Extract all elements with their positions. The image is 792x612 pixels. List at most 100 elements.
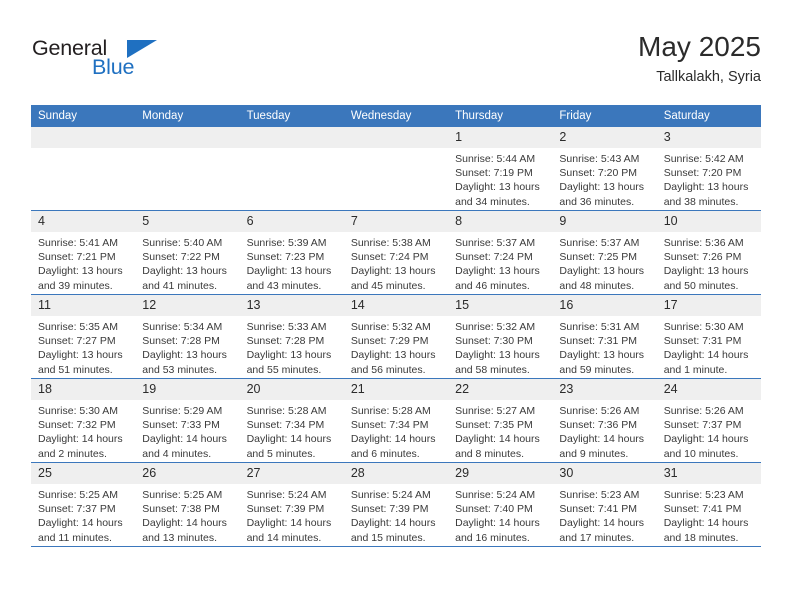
day-cell[interactable]: 6 Sunrise: 5:39 AM Sunset: 7:23 PM Dayli… (239, 210, 344, 295)
sunrise-text: Sunrise: 5:30 AM (663, 321, 744, 333)
calendar-week-row: 25 Sunrise: 5:25 AM Sunset: 7:37 PM Dayl… (31, 462, 761, 547)
calendar-table: Sunday Monday Tuesday Wednesday Thursday… (31, 105, 761, 547)
day-number: 21 (343, 379, 449, 400)
day-number: 31 (656, 463, 761, 484)
day-info: Sunrise: 5:35 AM Sunset: 7:27 PM Dayligh… (31, 316, 135, 377)
day-cell[interactable]: 9 Sunrise: 5:37 AM Sunset: 7:25 PM Dayli… (552, 210, 657, 295)
sunset-text: Sunset: 7:40 PM (455, 503, 533, 516)
day-cell[interactable]: 2 Sunrise: 5:43 AM Sunset: 7:20 PM Dayli… (552, 127, 657, 211)
daylight-text: Daylight: 13 hours and 34 minutes. (455, 181, 540, 208)
day-cell[interactable]: 20 Sunrise: 5:28 AM Sunset: 7:34 PM Dayl… (239, 378, 344, 463)
day-cell[interactable]: 26 Sunrise: 5:25 AM Sunset: 7:38 PM Dayl… (135, 462, 240, 547)
day-cell[interactable]: 23 Sunrise: 5:26 AM Sunset: 7:36 PM Dayl… (552, 378, 657, 463)
daylight-text: Daylight: 14 hours and 16 minutes. (455, 517, 540, 544)
sunrise-text: Sunrise: 5:28 AM (246, 405, 327, 417)
day-cell[interactable] (31, 127, 136, 211)
day-cell[interactable] (135, 127, 240, 211)
day-cell[interactable]: 1 Sunrise: 5:44 AM Sunset: 7:19 PM Dayli… (448, 127, 553, 211)
day-number: 22 (448, 379, 553, 400)
day-info: Sunrise: 5:39 AM Sunset: 7:23 PM Dayligh… (240, 232, 344, 293)
day-cell[interactable]: 24 Sunrise: 5:26 AM Sunset: 7:37 PM Dayl… (656, 378, 761, 463)
day-info: Sunrise: 5:33 AM Sunset: 7:28 PM Dayligh… (240, 316, 344, 377)
weekday-header-tuesday: Tuesday (239, 105, 344, 127)
daylight-text: Daylight: 13 hours and 50 minutes. (663, 265, 749, 292)
day-number (31, 127, 136, 148)
day-info: Sunrise: 5:24 AM Sunset: 7:40 PM Dayligh… (448, 484, 552, 545)
day-info: Sunrise: 5:30 AM Sunset: 7:32 PM Dayligh… (31, 400, 135, 461)
day-number: 10 (656, 211, 761, 232)
daylight-text: Daylight: 13 hours and 38 minutes. (663, 181, 749, 208)
sunset-text: Sunset: 7:41 PM (559, 503, 638, 516)
day-cell[interactable]: 12 Sunrise: 5:34 AM Sunset: 7:28 PM Dayl… (135, 294, 240, 379)
daylight-text: Daylight: 14 hours and 6 minutes. (350, 433, 436, 460)
sunrise-text: Sunrise: 5:24 AM (455, 489, 536, 501)
daylight-text: Daylight: 14 hours and 5 minutes. (246, 433, 332, 460)
sunrise-text: Sunrise: 5:28 AM (350, 405, 431, 417)
sunset-text: Sunset: 7:39 PM (246, 503, 325, 516)
day-cell[interactable]: 19 Sunrise: 5:29 AM Sunset: 7:33 PM Dayl… (135, 378, 240, 463)
day-cell[interactable]: 31 Sunrise: 5:23 AM Sunset: 7:41 PM Dayl… (656, 462, 761, 547)
sunrise-text: Sunrise: 5:26 AM (663, 405, 744, 417)
day-cell[interactable]: 3 Sunrise: 5:42 AM Sunset: 7:20 PM Dayli… (656, 127, 761, 211)
sunset-text: Sunset: 7:38 PM (142, 503, 220, 516)
sunrise-text: Sunrise: 5:41 AM (38, 237, 118, 249)
daylight-text: Daylight: 13 hours and 53 minutes. (142, 349, 227, 376)
calendar-week-row: 11 Sunrise: 5:35 AM Sunset: 7:27 PM Dayl… (31, 294, 761, 379)
day-info: Sunrise: 5:24 AM Sunset: 7:39 PM Dayligh… (344, 484, 448, 545)
sunset-text: Sunset: 7:19 PM (455, 167, 533, 180)
day-cell[interactable]: 11 Sunrise: 5:35 AM Sunset: 7:27 PM Dayl… (31, 294, 136, 379)
day-number: 24 (656, 379, 761, 400)
day-cell[interactable]: 17 Sunrise: 5:30 AM Sunset: 7:31 PM Dayl… (656, 294, 761, 379)
day-number: 28 (343, 463, 449, 484)
calendar-week-row: 4 Sunrise: 5:41 AM Sunset: 7:21 PM Dayli… (31, 210, 761, 295)
sunset-text: Sunset: 7:31 PM (663, 335, 742, 348)
day-cell[interactable]: 4 Sunrise: 5:41 AM Sunset: 7:21 PM Dayli… (31, 210, 136, 295)
day-number: 23 (552, 379, 657, 400)
sunset-text: Sunset: 7:28 PM (246, 335, 325, 348)
daylight-text: Daylight: 14 hours and 11 minutes. (38, 517, 123, 544)
daylight-text: Daylight: 13 hours and 39 minutes. (38, 265, 123, 292)
day-cell[interactable]: 8 Sunrise: 5:37 AM Sunset: 7:24 PM Dayli… (448, 210, 553, 295)
weekday-header-monday: Monday (135, 105, 240, 127)
day-cell[interactable]: 10 Sunrise: 5:36 AM Sunset: 7:26 PM Dayl… (656, 210, 761, 295)
day-cell[interactable]: 30 Sunrise: 5:23 AM Sunset: 7:41 PM Dayl… (552, 462, 657, 547)
day-cell[interactable]: 25 Sunrise: 5:25 AM Sunset: 7:37 PM Dayl… (31, 462, 136, 547)
day-info: Sunrise: 5:32 AM Sunset: 7:29 PM Dayligh… (344, 316, 448, 377)
day-cell[interactable]: 14 Sunrise: 5:32 AM Sunset: 7:29 PM Dayl… (343, 294, 449, 379)
day-number: 18 (31, 379, 136, 400)
day-cell[interactable]: 18 Sunrise: 5:30 AM Sunset: 7:32 PM Dayl… (31, 378, 136, 463)
day-cell[interactable]: 13 Sunrise: 5:33 AM Sunset: 7:28 PM Dayl… (239, 294, 344, 379)
day-cell[interactable]: 7 Sunrise: 5:38 AM Sunset: 7:24 PM Dayli… (343, 210, 449, 295)
day-number: 8 (448, 211, 553, 232)
day-number: 29 (448, 463, 553, 484)
daylight-text: Daylight: 14 hours and 18 minutes. (663, 517, 749, 544)
sunset-text: Sunset: 7:27 PM (38, 335, 116, 348)
sunset-text: Sunset: 7:37 PM (663, 419, 742, 432)
day-info: Sunrise: 5:25 AM Sunset: 7:37 PM Dayligh… (31, 484, 135, 545)
sunrise-text: Sunrise: 5:34 AM (142, 321, 223, 333)
day-cell[interactable]: 27 Sunrise: 5:24 AM Sunset: 7:39 PM Dayl… (239, 462, 344, 547)
sunrise-text: Sunrise: 5:35 AM (38, 321, 118, 333)
day-cell[interactable]: 5 Sunrise: 5:40 AM Sunset: 7:22 PM Dayli… (135, 210, 240, 295)
day-cell[interactable]: 16 Sunrise: 5:31 AM Sunset: 7:31 PM Dayl… (552, 294, 657, 379)
day-cell[interactable] (343, 127, 449, 211)
sunset-text: Sunset: 7:34 PM (246, 419, 325, 432)
page-subtitle: Tallkalakh, Syria (656, 69, 761, 85)
general-blue-logo[interactable]: General Blue (31, 36, 241, 92)
day-cell[interactable]: 29 Sunrise: 5:24 AM Sunset: 7:40 PM Dayl… (448, 462, 553, 547)
day-cell[interactable]: 22 Sunrise: 5:27 AM Sunset: 7:35 PM Dayl… (448, 378, 553, 463)
day-number: 5 (135, 211, 240, 232)
day-info: Sunrise: 5:27 AM Sunset: 7:35 PM Dayligh… (448, 400, 552, 461)
day-info: Sunrise: 5:24 AM Sunset: 7:39 PM Dayligh… (240, 484, 344, 545)
daylight-text: Daylight: 13 hours and 46 minutes. (455, 265, 540, 292)
sunset-text: Sunset: 7:29 PM (350, 335, 429, 348)
day-cell[interactable]: 28 Sunrise: 5:24 AM Sunset: 7:39 PM Dayl… (343, 462, 449, 547)
day-info: Sunrise: 5:43 AM Sunset: 7:20 PM Dayligh… (552, 148, 656, 209)
calendar-header-row: Sunday Monday Tuesday Wednesday Thursday… (31, 105, 761, 127)
sunset-text: Sunset: 7:37 PM (38, 503, 116, 516)
daylight-text: Daylight: 13 hours and 56 minutes. (350, 349, 436, 376)
day-cell[interactable]: 21 Sunrise: 5:28 AM Sunset: 7:34 PM Dayl… (343, 378, 449, 463)
day-cell[interactable]: 15 Sunrise: 5:32 AM Sunset: 7:30 PM Dayl… (448, 294, 553, 379)
day-cell[interactable] (239, 127, 344, 211)
day-number: 2 (552, 127, 657, 148)
